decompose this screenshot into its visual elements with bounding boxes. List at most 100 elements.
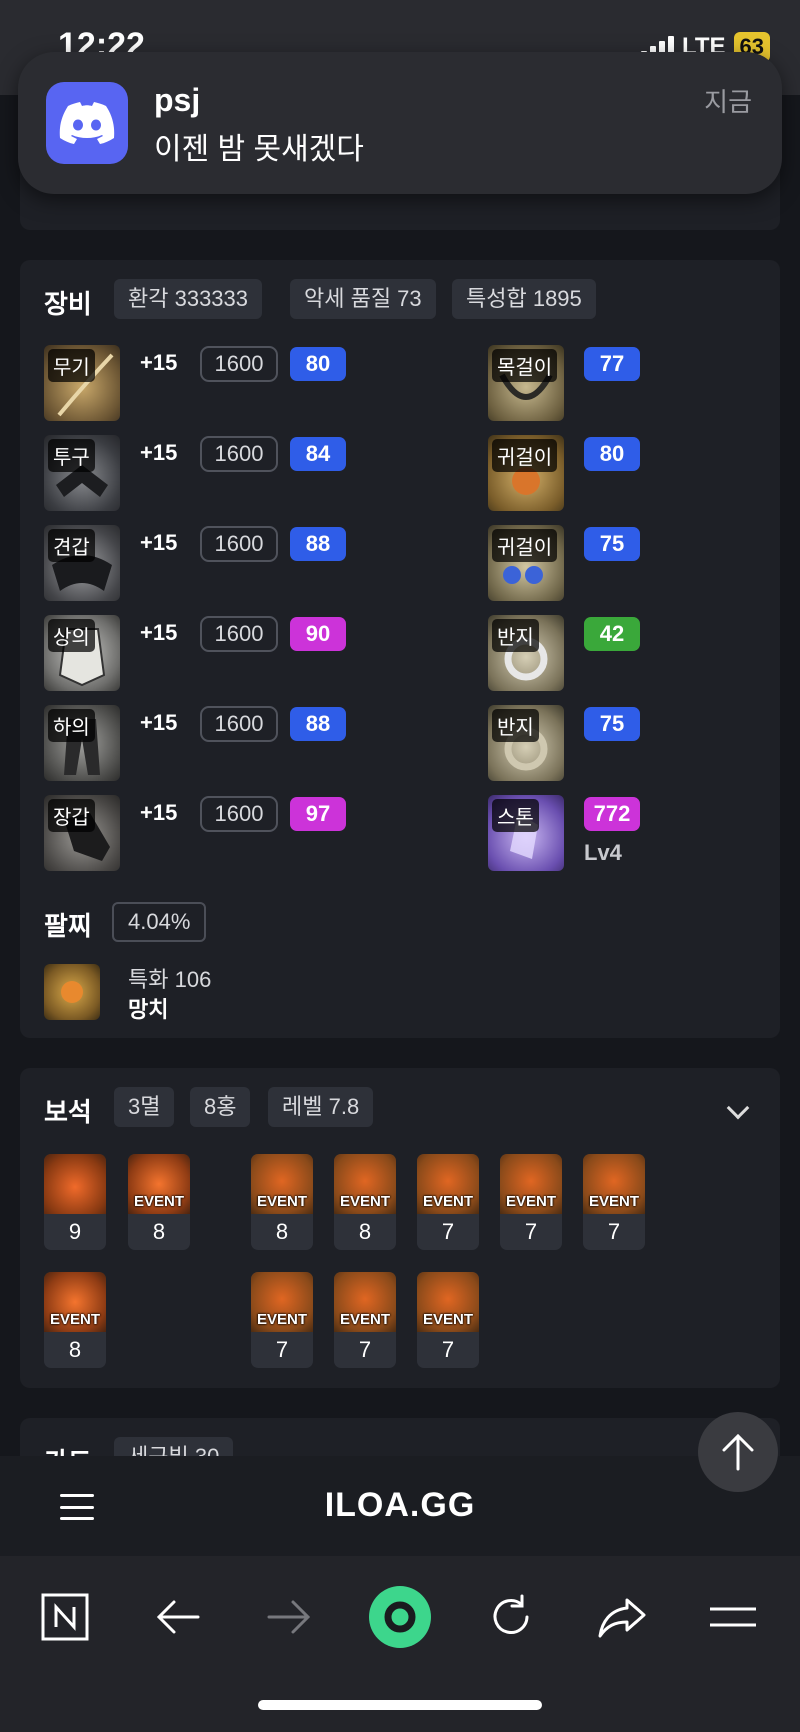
item-level: 1600: [200, 346, 278, 382]
gem-level: 8: [152, 1219, 166, 1244]
scroll-to-top-button[interactable]: [698, 1412, 778, 1492]
ring-icon: 반지: [488, 705, 564, 781]
item-label: 귀걸이: [492, 529, 558, 562]
gem-item[interactable]: EVENT 7: [251, 1272, 313, 1368]
earring-icon: 귀걸이: [488, 525, 564, 601]
equipment-title: 장비: [44, 289, 92, 319]
necklace-icon: 목걸이: [488, 345, 564, 421]
green-dot-button[interactable]: [365, 1582, 435, 1652]
equipment-tag: 환각 333333: [114, 279, 263, 319]
gem-level: 7: [524, 1219, 538, 1244]
gems-tag: 8홍: [190, 1087, 251, 1127]
gem-level: 7: [275, 1337, 289, 1362]
item-label: 상의: [48, 619, 95, 652]
bracelet-stat: 특화 106: [128, 967, 212, 992]
event-label: EVENT: [588, 1193, 639, 1210]
gem-level: 8: [68, 1337, 82, 1362]
arrow-up-icon: [722, 1433, 754, 1471]
quality-badge: 80: [290, 347, 346, 381]
helmet-icon: 투구: [44, 435, 120, 511]
share-icon: [598, 1598, 646, 1638]
gem-level: 9: [68, 1219, 82, 1244]
gem-item[interactable]: EVENT 7: [334, 1272, 396, 1368]
gem-level: 7: [441, 1337, 455, 1362]
item-label: 귀걸이: [492, 439, 558, 472]
enhance-level: +15: [140, 440, 178, 465]
equipment-tag: 악세 품질 73: [290, 279, 436, 319]
gem-level: 7: [607, 1219, 621, 1244]
item-level: 1600: [200, 706, 278, 742]
notification-body: 이젠 밤 못새겠다: [154, 133, 364, 166]
browser-menu-button[interactable]: [698, 1582, 768, 1652]
event-label: EVENT: [133, 1193, 184, 1210]
notification-time: 지금: [704, 87, 752, 117]
item-label: 장갑: [48, 799, 95, 832]
site-logo[interactable]: ILOA.GG: [0, 1486, 800, 1525]
quality-badge: 42: [584, 617, 640, 651]
gem-item[interactable]: EVENT 7: [500, 1154, 562, 1250]
menu-lines-icon: [710, 1607, 756, 1627]
chevron-down-icon[interactable]: [726, 1096, 750, 1120]
enhance-level: +15: [140, 710, 178, 735]
gem-icon: EVENT: [251, 1272, 313, 1332]
arrow-left-icon: [156, 1600, 200, 1634]
gem-item[interactable]: EVENT 7: [417, 1154, 479, 1250]
shoulder-icon: 견갑: [44, 525, 120, 601]
quality-badge: 88: [290, 527, 346, 561]
quality-badge: 88: [290, 707, 346, 741]
back-button[interactable]: [143, 1582, 213, 1652]
event-label: EVENT: [505, 1193, 556, 1210]
gems-title: 보석: [44, 1097, 92, 1127]
event-label: EVENT: [256, 1193, 307, 1210]
gem-item[interactable]: EVENT 8: [334, 1154, 396, 1250]
share-button[interactable]: [587, 1582, 657, 1652]
earring-icon: 귀걸이: [488, 435, 564, 511]
quality-badge: 90: [290, 617, 346, 651]
gem-icon: EVENT: [251, 1154, 313, 1214]
item-label: 하의: [48, 709, 95, 742]
item-level: 1600: [200, 796, 278, 832]
discord-icon: [46, 82, 128, 164]
bracelet-percent: 4.04%: [112, 902, 207, 942]
equipment-card: 장비 환각 333333 악세 품질 73 특성합 1895 무기 +15 16…: [20, 260, 780, 1038]
item-level: 1600: [200, 436, 278, 472]
gem-icon: EVENT: [417, 1154, 479, 1214]
event-label: EVENT: [422, 1193, 473, 1210]
gem-level: 8: [358, 1219, 372, 1244]
item-label: 무기: [48, 349, 95, 382]
notification-title: psj: [154, 82, 201, 118]
stone-icon: 스톤: [488, 795, 564, 871]
discord-notification[interactable]: psj 이젠 밤 못새겠다 지금: [18, 52, 782, 194]
gem-icon: EVENT: [417, 1272, 479, 1332]
event-label: EVENT: [339, 1311, 390, 1328]
enhance-level: +15: [140, 800, 178, 825]
gem-item[interactable]: EVENT 8: [128, 1154, 190, 1250]
bracelet-icon: [44, 964, 100, 1020]
gem-level: 8: [275, 1219, 289, 1244]
gem-icon: [44, 1154, 106, 1214]
enhance-level: +15: [140, 620, 178, 645]
naver-icon: [41, 1593, 89, 1641]
gem-item[interactable]: EVENT 7: [583, 1154, 645, 1250]
gem-item[interactable]: 9: [44, 1154, 106, 1250]
item-label: 반지: [492, 709, 539, 742]
refresh-button[interactable]: [476, 1582, 546, 1652]
item-label: 목걸이: [492, 349, 558, 382]
home-indicator: [258, 1700, 542, 1710]
quality-badge: 75: [584, 707, 640, 741]
pants-icon: 하의: [44, 705, 120, 781]
forward-button[interactable]: [254, 1582, 324, 1652]
gem-item[interactable]: EVENT 8: [44, 1272, 106, 1368]
naver-home-button[interactable]: [30, 1582, 100, 1652]
gem-level: 7: [441, 1219, 455, 1244]
gem-level: 7: [358, 1337, 372, 1362]
gem-item[interactable]: EVENT 8: [251, 1154, 313, 1250]
bracelet-title: 팔찌: [44, 911, 92, 941]
gloves-icon: 장갑: [44, 795, 120, 871]
item-label: 스톤: [492, 799, 539, 832]
gem-item[interactable]: EVENT 7: [417, 1272, 479, 1368]
gems-card: 보석 3멸 8홍 레벨 7.8 9 EVENT 8 EVENT 8 EVENT …: [20, 1068, 780, 1388]
equipment-tag: 특성합 1895: [452, 279, 596, 319]
enhance-level: +15: [140, 350, 178, 375]
item-label: 반지: [492, 619, 539, 652]
